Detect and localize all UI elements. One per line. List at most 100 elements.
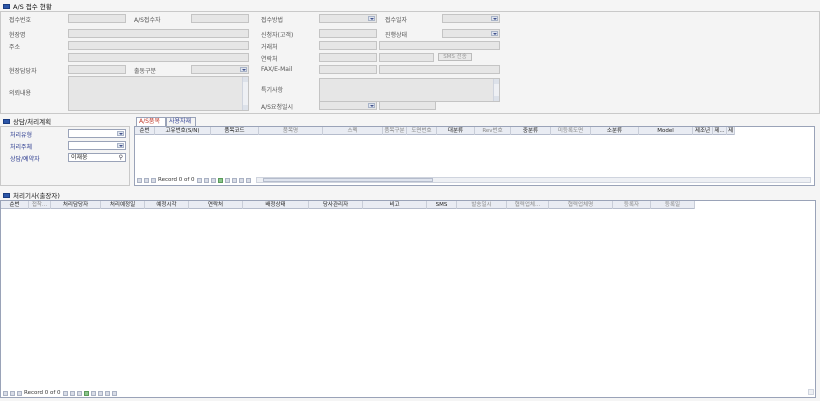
history-column-header[interactable]: 등록일 <box>651 201 695 209</box>
prev-page-icon[interactable] <box>10 390 15 396</box>
next-page-icon[interactable] <box>203 177 209 183</box>
client-name-field[interactable] <box>379 41 500 50</box>
last-record-icon[interactable] <box>210 177 216 183</box>
items-horizontal-scrollbar[interactable] <box>256 177 811 183</box>
items-column-header[interactable]: 순번 <box>135 127 155 135</box>
edit-record-icon[interactable] <box>97 390 103 396</box>
delete-record-icon[interactable] <box>224 177 230 183</box>
items-column-header[interactable]: 중분류 <box>511 127 551 135</box>
scroll-right-icon[interactable] <box>808 389 814 395</box>
address-field[interactable] <box>68 41 249 50</box>
textarea-scrollbar[interactable] <box>242 77 248 110</box>
reception-date-field[interactable] <box>442 14 500 23</box>
dispatch-type-select[interactable] <box>191 65 249 74</box>
label-dispatch-type: 출동구분 <box>134 68 157 75</box>
items-column-header[interactable]: 제... <box>713 127 727 135</box>
items-column-header[interactable]: Rev번호 <box>475 127 511 135</box>
reception-method-select[interactable] <box>319 14 377 23</box>
contact-field[interactable] <box>319 53 377 62</box>
history-column-header[interactable]: 처리예정일 <box>101 201 145 209</box>
contact-mobile-field[interactable] <box>379 53 434 62</box>
first-record-icon[interactable] <box>3 390 8 396</box>
history-column-header[interactable]: 비고 <box>363 201 427 209</box>
history-column-header[interactable]: 당사관리자 <box>309 201 363 209</box>
tab-as-items[interactable]: A/S품목 <box>136 117 166 126</box>
consultant-field[interactable]: 이재웅 ⚲ <box>68 153 126 162</box>
next-page-icon[interactable] <box>69 390 75 396</box>
items-column-header[interactable]: 품목구분 <box>383 127 407 135</box>
progress-select[interactable] <box>442 29 500 38</box>
calendar-dropdown-icon[interactable] <box>491 16 498 21</box>
delete-record-icon[interactable] <box>90 390 96 396</box>
items-column-header[interactable]: 도면번호 <box>407 127 437 135</box>
history-record-count: Record 0 of 0 <box>24 390 61 396</box>
textarea-scrollbar[interactable] <box>493 79 499 101</box>
items-column-header[interactable]: 품목코드 <box>211 127 259 135</box>
items-column-header[interactable]: 대분류 <box>437 127 475 135</box>
fax-field[interactable] <box>319 65 377 74</box>
history-column-header[interactable]: 순번 <box>1 201 29 209</box>
reception-no-field[interactable] <box>68 14 126 23</box>
email-field[interactable] <box>379 65 500 74</box>
history-column-header[interactable]: 협력업체명 <box>549 201 613 209</box>
save-record-icon[interactable] <box>104 390 110 396</box>
applicant-field[interactable] <box>319 29 377 38</box>
items-column-header[interactable]: 제 <box>727 127 735 135</box>
history-column-header[interactable]: 처리담당자 <box>51 201 101 209</box>
history-column-header[interactable]: 발송일시 <box>457 201 507 209</box>
cancel-record-icon[interactable] <box>111 390 117 396</box>
history-column-header[interactable]: 예정시각 <box>145 201 189 209</box>
site-manager-field[interactable] <box>68 65 126 74</box>
history-column-header[interactable]: 배정상태 <box>243 201 309 209</box>
chevron-down-icon[interactable] <box>240 67 247 72</box>
history-column-header[interactable]: 접착... <box>29 201 51 209</box>
add-record-icon[interactable] <box>83 390 89 396</box>
label-reception-method: 접수방법 <box>261 17 284 24</box>
edit-record-icon[interactable] <box>231 177 237 183</box>
sms-send-button[interactable]: SMS 전송 <box>438 53 472 61</box>
items-column-header[interactable]: 고유번호(S/N) <box>155 127 211 135</box>
next-record-icon[interactable] <box>62 390 68 396</box>
save-record-icon[interactable] <box>238 177 244 183</box>
history-grid[interactable]: 순번 접착... 처리담당자 처리예정일 예정시각 연락처 배정상태 당사관리자 비고 SMS 발송… <box>0 200 816 398</box>
items-column-header[interactable]: 스펙 <box>323 127 383 135</box>
chevron-down-icon[interactable] <box>117 131 124 136</box>
site-field[interactable] <box>68 29 249 38</box>
process-type-select[interactable] <box>68 129 126 138</box>
tab-materials[interactable]: 사용자재 <box>166 117 196 126</box>
scrollbar-thumb[interactable] <box>263 178 433 182</box>
as-receiver-field[interactable] <box>191 14 249 23</box>
cancel-record-icon[interactable] <box>245 177 251 183</box>
items-grid[interactable]: 순번 고유번호(S/N) 품목코드 품목명 스펙 품목구분 도면번호 대분류 Rev번호 중분류 미… <box>134 126 815 186</box>
process-owner-select[interactable] <box>68 141 126 150</box>
history-column-header[interactable]: 협력업체... <box>507 201 549 209</box>
prev-record-icon[interactable] <box>151 177 156 183</box>
add-record-icon[interactable] <box>217 177 223 183</box>
items-column-header[interactable]: 품목명 <box>259 127 323 135</box>
panel-icon <box>3 192 10 198</box>
history-column-header[interactable]: 연락처 <box>189 201 243 209</box>
request-date-field[interactable] <box>319 101 377 110</box>
search-icon[interactable]: ⚲ <box>119 154 123 161</box>
next-record-icon[interactable] <box>196 177 202 183</box>
client-code-field[interactable] <box>319 41 377 50</box>
special-notes-textarea[interactable] <box>319 78 500 102</box>
request-time-field[interactable] <box>379 101 436 110</box>
prev-record-icon[interactable] <box>17 390 22 396</box>
first-record-icon[interactable] <box>137 177 142 183</box>
items-column-header[interactable]: 제조년 <box>693 127 713 135</box>
history-column-header[interactable]: SMS <box>427 201 457 209</box>
calendar-dropdown-icon[interactable] <box>368 103 375 108</box>
history-column-header[interactable]: 등록자 <box>613 201 651 209</box>
chevron-down-icon[interactable] <box>117 143 124 148</box>
chevron-down-icon[interactable] <box>491 31 498 36</box>
label-reception-date: 접수일자 <box>385 17 408 24</box>
items-column-header[interactable]: Model <box>639 127 693 135</box>
chevron-down-icon[interactable] <box>368 16 375 21</box>
request-textarea[interactable] <box>68 76 249 111</box>
address-detail-field[interactable] <box>68 53 249 62</box>
items-column-header[interactable]: 미등록도면 <box>551 127 591 135</box>
last-record-icon[interactable] <box>76 390 82 396</box>
prev-page-icon[interactable] <box>144 177 149 183</box>
items-column-header[interactable]: 소분류 <box>591 127 639 135</box>
